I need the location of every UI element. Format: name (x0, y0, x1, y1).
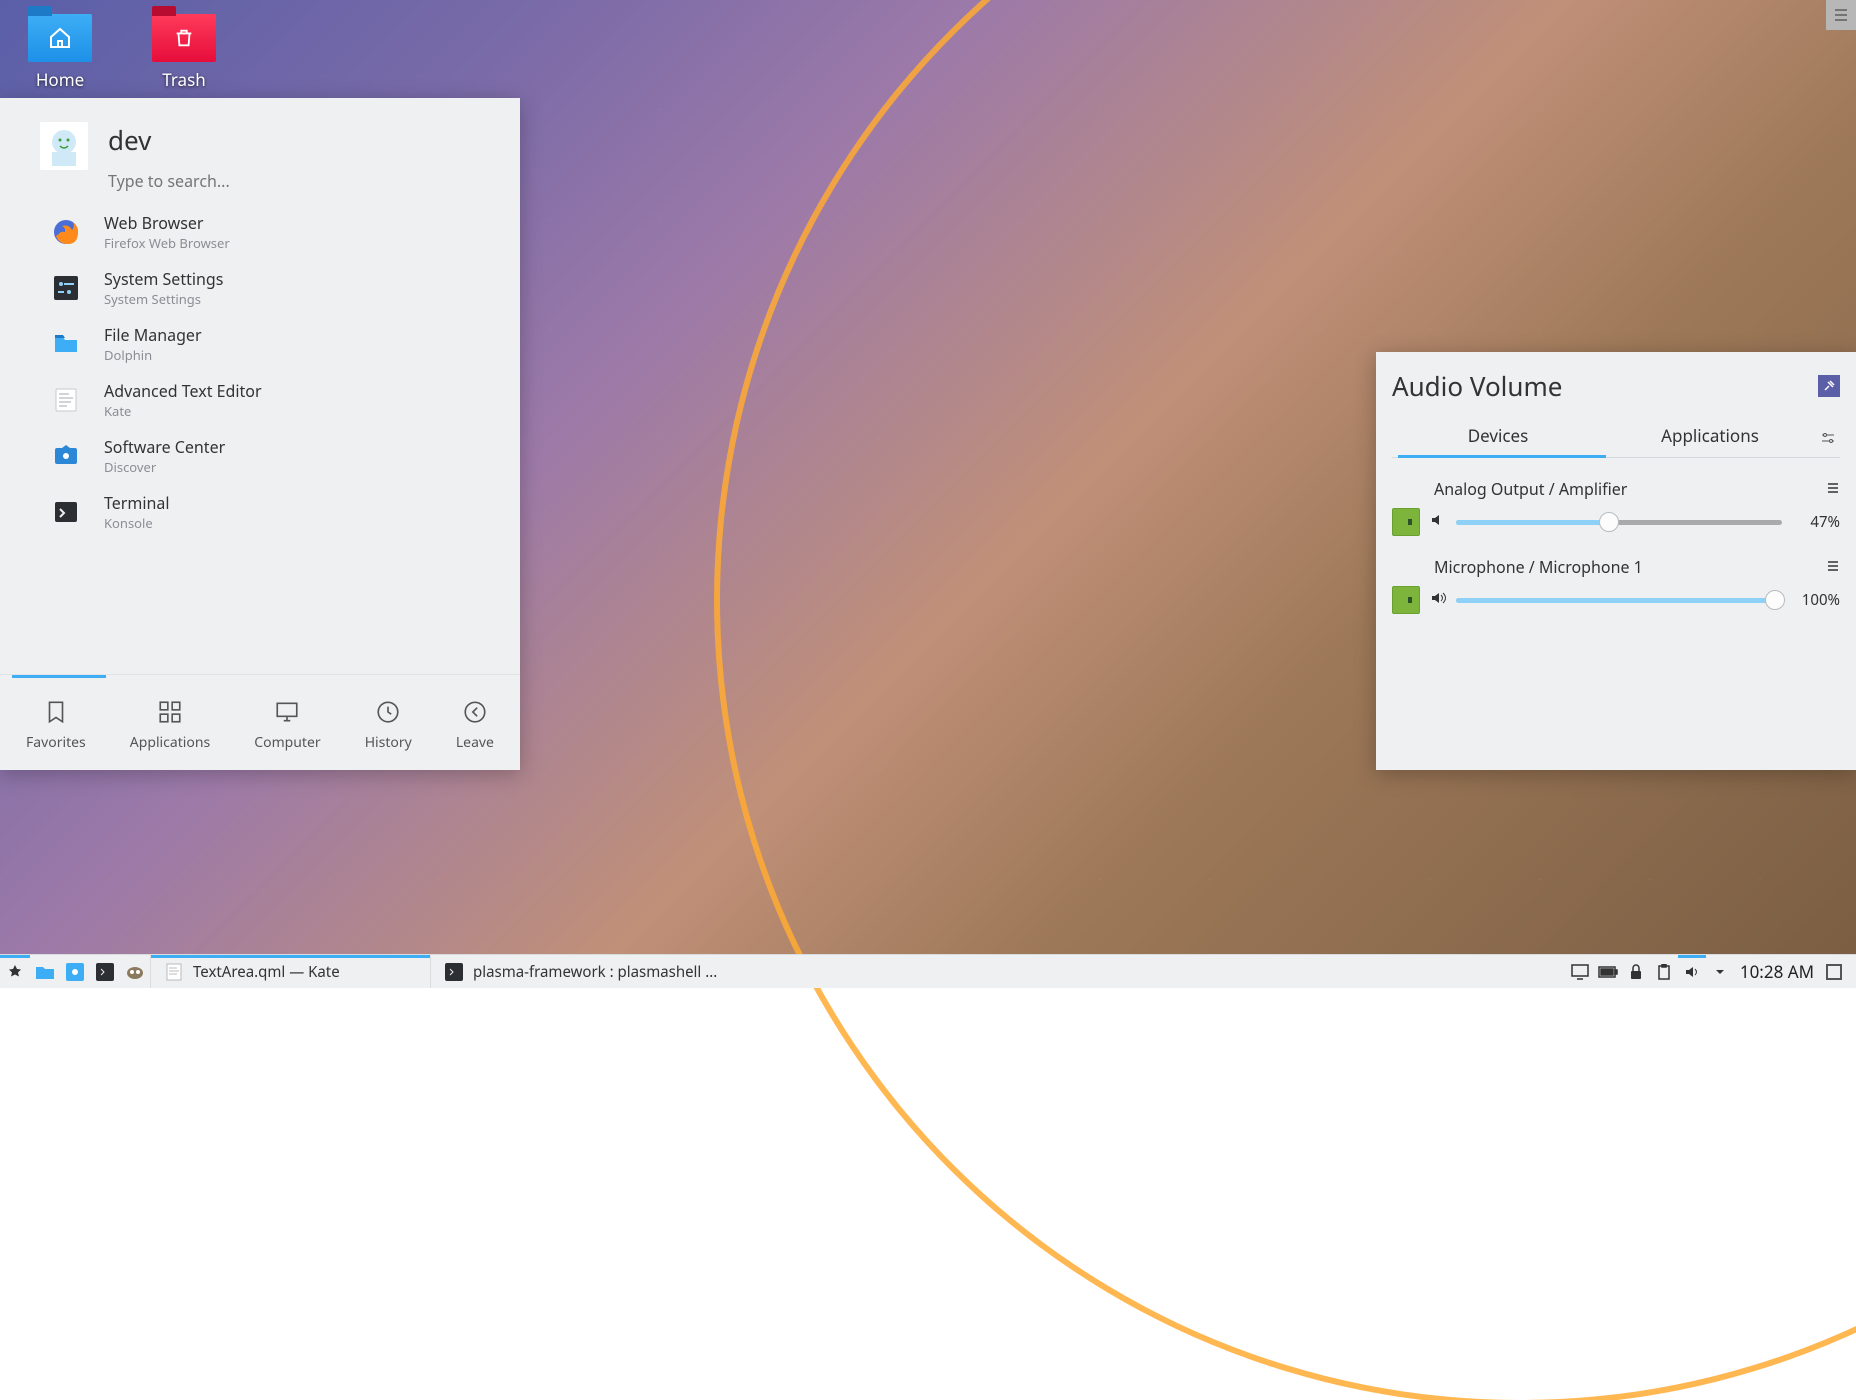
firefox-icon (52, 218, 80, 246)
desktop-icon-home[interactable]: Home (28, 14, 92, 91)
output-volume-percent: 47% (1792, 512, 1840, 532)
clock[interactable]: 10:28 AM (1736, 960, 1818, 983)
tab-computer[interactable]: Computer (254, 681, 320, 752)
output-volume-slider[interactable] (1456, 515, 1782, 529)
pinned-dolphin[interactable] (30, 955, 60, 989)
audio-tab-indicator (1398, 455, 1606, 458)
device-menu-button[interactable] (1826, 478, 1840, 500)
pinned-settings[interactable] (60, 955, 90, 989)
fav-web-browser[interactable]: Web BrowserFirefox Web Browser (0, 204, 520, 260)
device-input: Microphone / Microphone 1 100% (1392, 556, 1840, 614)
tab-favorites[interactable]: Favorites (26, 681, 86, 752)
tab-leave[interactable]: Leave (456, 681, 494, 752)
device-name: Analog Output / Amplifier (1434, 478, 1627, 500)
username-label: dev (108, 122, 496, 158)
input-volume-slider[interactable] (1456, 593, 1782, 607)
user-avatar[interactable] (40, 122, 88, 170)
launcher-tabs: Favorites Applications Computer History … (0, 674, 520, 770)
pin-button[interactable] (1818, 375, 1840, 397)
tray-expand-arrow[interactable] (1708, 955, 1732, 989)
sound-card-icon (1392, 586, 1420, 614)
terminal-icon (445, 963, 463, 981)
audio-title: Audio Volume (1392, 368, 1562, 404)
tab-history[interactable]: History (365, 681, 412, 752)
fav-system-settings[interactable]: System SettingsSystem Settings (0, 260, 520, 316)
sound-card-icon (1392, 508, 1420, 536)
settings-icon (52, 274, 80, 302)
pinned-konsole[interactable] (90, 955, 120, 989)
favorites-list: Web BrowserFirefox Web Browser System Se… (0, 196, 520, 540)
terminal-icon (52, 498, 80, 526)
tab-applications[interactable]: Applications (130, 681, 210, 752)
fav-terminal[interactable]: TerminalKonsole (0, 484, 520, 540)
mute-input-button[interactable] (1430, 589, 1446, 611)
device-menu-button[interactable] (1826, 556, 1840, 578)
device-name: Microphone / Microphone 1 (1434, 556, 1643, 578)
desktop-icon-trash[interactable]: Trash (152, 14, 216, 91)
start-button[interactable] (0, 955, 30, 989)
tray-clipboard-icon[interactable] (1652, 955, 1676, 989)
audio-config-button[interactable] (1816, 430, 1840, 446)
folder-icon (52, 330, 80, 358)
taskbar: TextArea.qml — Kate plasma-framework : p… (0, 954, 1856, 988)
task-konsole[interactable]: plasma-framework : plasmashell ... (430, 955, 731, 988)
tray-display-icon[interactable] (1568, 955, 1592, 989)
kate-icon (52, 386, 80, 414)
audio-tab-applications[interactable]: Applications (1604, 418, 1816, 457)
audio-tab-devices[interactable]: Devices (1392, 418, 1604, 457)
audio-volume-applet: Audio Volume Devices Applications Analog… (1376, 352, 1856, 770)
tray-battery-icon[interactable] (1596, 955, 1620, 989)
pinned-gimp[interactable] (120, 955, 150, 989)
discover-icon (52, 442, 80, 470)
device-output: Analog Output / Amplifier 47% (1392, 478, 1840, 536)
desktop-icon-trash-label: Trash (162, 68, 205, 91)
launcher-search-input[interactable] (108, 170, 496, 192)
tray-volume-icon[interactable] (1680, 955, 1704, 989)
fav-text-editor[interactable]: Advanced Text EditorKate (0, 372, 520, 428)
panel-config-handle[interactable] (1826, 0, 1856, 30)
application-launcher: dev Web BrowserFirefox Web Browser Syste… (0, 98, 520, 770)
tab-indicator (12, 675, 106, 678)
kate-icon (165, 963, 183, 981)
tray-lock-icon[interactable] (1624, 955, 1648, 989)
task-kate[interactable]: TextArea.qml — Kate (150, 955, 430, 988)
fav-file-manager[interactable]: File ManagerDolphin (0, 316, 520, 372)
show-desktop-button[interactable] (1822, 955, 1846, 989)
mute-output-button[interactable] (1430, 511, 1446, 533)
fav-software-center[interactable]: Software CenterDiscover (0, 428, 520, 484)
desktop-icon-home-label: Home (36, 68, 84, 91)
input-volume-percent: 100% (1792, 590, 1840, 610)
